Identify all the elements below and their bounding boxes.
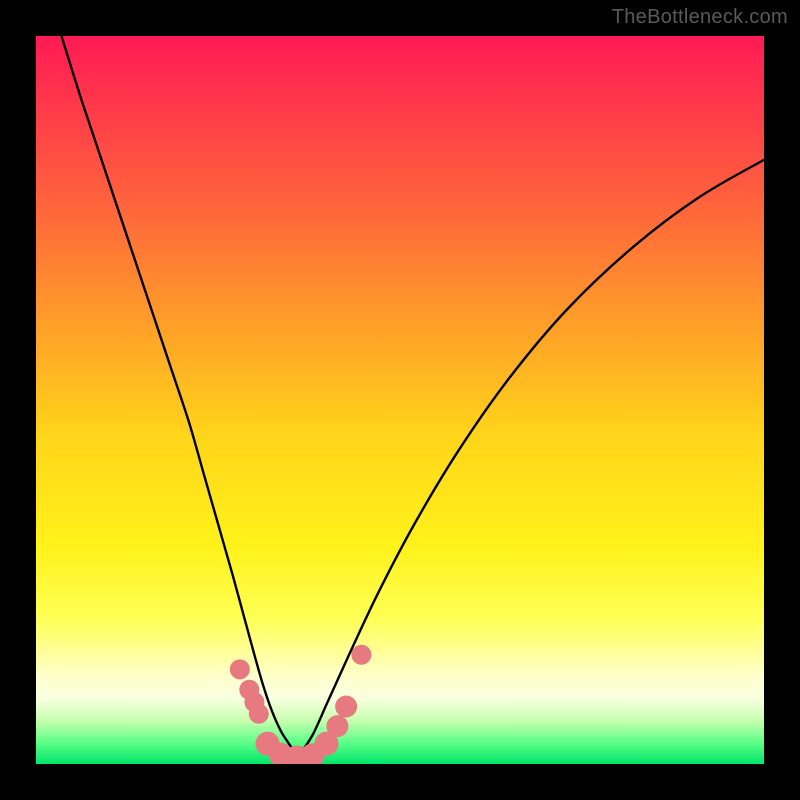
plot-area <box>36 36 764 764</box>
watermark-text: TheBottleneck.com <box>612 6 788 29</box>
chart-frame: TheBottleneck.com <box>0 0 800 800</box>
